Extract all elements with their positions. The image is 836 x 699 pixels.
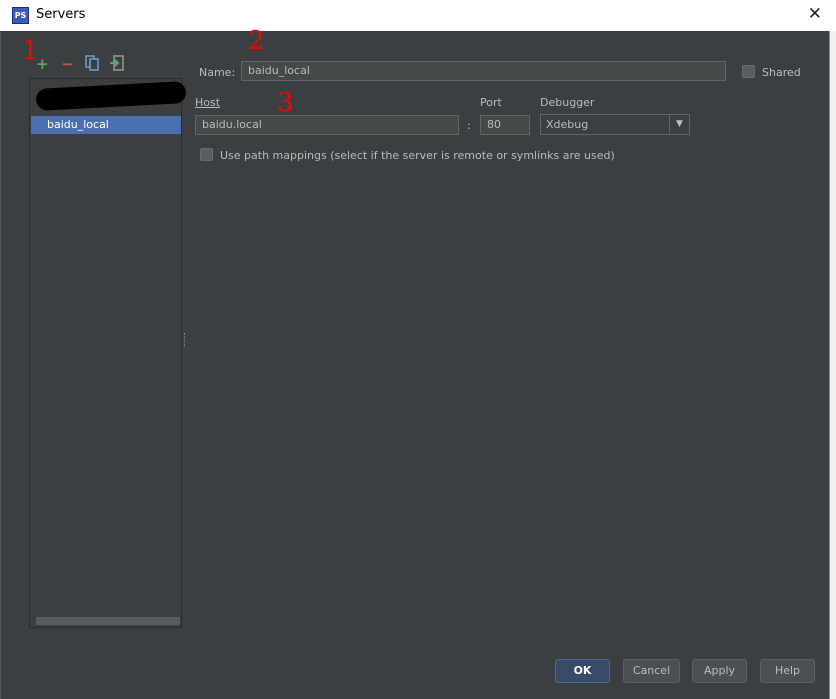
path-mappings-checkbox[interactable]	[200, 148, 213, 161]
annotation-2: 2	[248, 26, 265, 56]
background-window-edge	[830, 31, 836, 699]
import-icon[interactable]	[110, 55, 124, 75]
annotation-3: 3	[277, 88, 294, 118]
title-bar: PS Servers ✕	[0, 0, 836, 31]
horizontal-scrollbar[interactable]	[36, 617, 180, 625]
copy-icon[interactable]	[85, 55, 99, 75]
port-input[interactable]: 80	[480, 115, 530, 135]
port-label: Port	[480, 96, 502, 109]
server-item-baidu-local[interactable]: baidu_local	[31, 116, 181, 134]
path-mappings-label: Use path mappings (select if the server …	[220, 149, 615, 162]
phpstorm-app-icon: PS	[12, 7, 29, 24]
shared-label: Shared	[762, 66, 801, 79]
annotation-1: 1	[22, 36, 39, 66]
debugger-label: Debugger	[540, 96, 595, 109]
splitter-handle[interactable]	[184, 333, 187, 347]
shared-checkbox[interactable]	[742, 65, 755, 78]
chevron-down-icon: ▼	[669, 115, 689, 134]
close-icon[interactable]: ✕	[808, 4, 822, 24]
name-input[interactable]: baidu_local	[241, 61, 726, 81]
debugger-select[interactable]: Xdebug ▼	[540, 114, 690, 135]
debugger-value: Xdebug	[546, 118, 589, 131]
window-title: Servers	[36, 7, 86, 22]
host-label: Host	[195, 96, 221, 109]
cancel-button[interactable]: Cancel	[623, 659, 680, 683]
apply-button[interactable]: Apply	[692, 659, 747, 683]
ok-button[interactable]: OK	[555, 659, 610, 683]
host-input[interactable]: baidu.local	[195, 115, 459, 135]
server-list[interactable]: baidu_local	[29, 78, 187, 628]
host-port-separator: :	[467, 119, 471, 132]
help-button[interactable]: Help	[760, 659, 815, 683]
remove-server-button[interactable]: −	[61, 55, 74, 73]
name-label: Name:	[199, 66, 236, 79]
